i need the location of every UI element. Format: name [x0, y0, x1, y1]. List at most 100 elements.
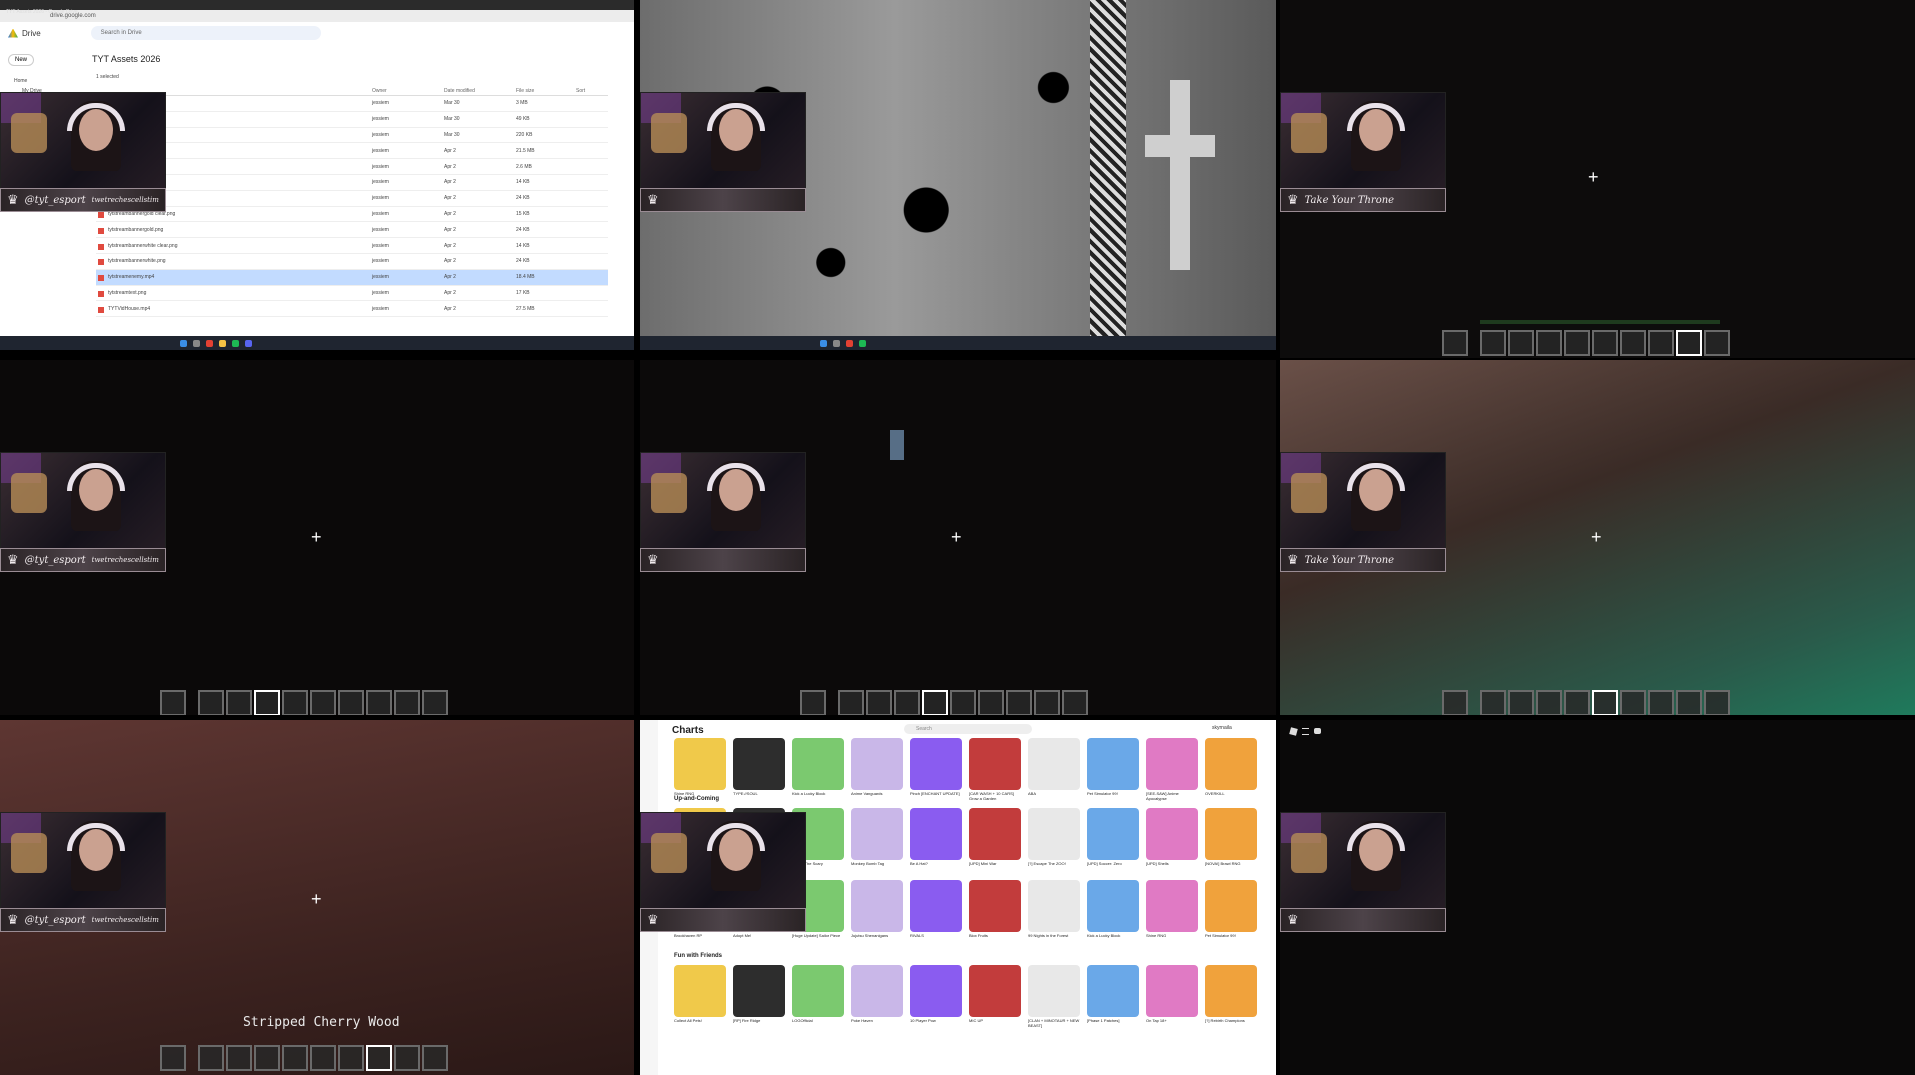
new-button[interactable]: New — [8, 54, 35, 66]
hotbar-slot[interactable] — [978, 690, 1004, 715]
hotbar-slot[interactable] — [1648, 330, 1674, 356]
explorer-icon[interactable] — [219, 339, 226, 347]
hotbar-slot[interactable] — [366, 690, 392, 715]
hotbar-slot[interactable] — [226, 690, 252, 715]
game-card[interactable]: [NOVA!] Brawl RNG — [1205, 808, 1257, 871]
hotbar-slot[interactable] — [282, 1045, 308, 1071]
hotbar-slot[interactable] — [1062, 690, 1088, 715]
game-thumbnail[interactable] — [674, 965, 726, 1017]
game-card[interactable]: Pet Simulator 99! — [1205, 880, 1257, 943]
hotbar-slot[interactable] — [282, 690, 308, 715]
hotbar-slot[interactable] — [338, 1045, 364, 1071]
roblox-icon[interactable] — [1289, 727, 1298, 736]
discord-icon[interactable] — [245, 339, 252, 347]
game-card[interactable]: ABA — [1028, 738, 1080, 801]
game-card[interactable]: TYPE://SOUL — [733, 738, 785, 801]
hotbar-slot[interactable] — [866, 690, 892, 715]
game-thumbnail[interactable] — [1087, 880, 1139, 932]
table-row[interactable]: tytstreambannerwhite clear.png jessiem Apr… — [96, 238, 608, 254]
offhand-slot[interactable] — [800, 690, 826, 715]
game-card[interactable]: MIC UP — [969, 965, 1021, 1028]
drive-logo[interactable]: Drive — [8, 28, 41, 38]
col-size[interactable]: File size — [516, 88, 576, 94]
game-card[interactable]: 99 Nights in the Forest — [1028, 880, 1080, 943]
game-card[interactable]: Shine RNG — [674, 738, 726, 801]
hotbar-slot[interactable] — [422, 690, 448, 715]
game-card[interactable]: [UPD] Mini War — [969, 808, 1021, 871]
game-thumbnail[interactable] — [969, 965, 1021, 1017]
hotbar-slot[interactable] — [838, 690, 864, 715]
table-row[interactable]: tytstreambannergold.png jessiem Apr 2 24 KB — [96, 222, 608, 239]
game-thumbnail[interactable] — [851, 965, 903, 1017]
table-row[interactable]: tytstreamenemy.mp4 jessiem Apr 2 18.4 MB — [96, 269, 608, 286]
game-thumbnail[interactable] — [1146, 808, 1198, 860]
search-icon[interactable] — [193, 339, 200, 347]
menu-icon[interactable] — [1302, 728, 1309, 735]
hotbar-slot[interactable] — [1508, 330, 1534, 356]
hotbar-slot[interactable] — [226, 1045, 252, 1071]
folder-title[interactable]: TYT Assets 2026 — [92, 54, 160, 64]
hotbar-slot[interactable] — [1480, 330, 1506, 356]
search-icon[interactable] — [833, 339, 840, 347]
game-thumbnail[interactable] — [1087, 808, 1139, 860]
game-card[interactable]: Shine RNG — [1146, 880, 1198, 943]
hotbar-slot[interactable] — [310, 1045, 336, 1071]
game-card[interactable]: Anime Vanguards — [851, 738, 903, 801]
offhand-slot[interactable] — [160, 690, 186, 715]
table-row[interactable]: tytstreambannerwhite.png jessiem Apr 2 24 K… — [96, 254, 608, 270]
game-thumbnail[interactable] — [969, 738, 1021, 790]
game-thumbnail[interactable] — [910, 965, 962, 1017]
game-thumbnail[interactable] — [733, 965, 785, 1017]
hotbar-slot[interactable] — [198, 1045, 224, 1071]
hotbar-slot[interactable] — [198, 690, 224, 715]
spotify-icon[interactable] — [859, 339, 866, 347]
game-thumbnail[interactable] — [910, 880, 962, 932]
col-modified[interactable]: Date modified — [444, 88, 516, 94]
game-card[interactable]: OVERKILL — [1205, 738, 1257, 801]
hotbar-slot[interactable] — [894, 690, 920, 715]
hotbar-slot-selected[interactable] — [1592, 690, 1618, 715]
game-card[interactable]: [?] Escape The ZOO! — [1028, 808, 1080, 871]
game-thumbnail[interactable] — [851, 880, 903, 932]
table-row[interactable]: TYTVidHouse.mp4 jessiem Apr 2 27.5 MB — [96, 301, 608, 318]
game-card[interactable]: Collect All Pets! — [674, 965, 726, 1028]
game-thumbnail[interactable] — [969, 880, 1021, 932]
game-card[interactable]: Kick a Lucky Block — [792, 738, 844, 801]
game-card[interactable]: LOGOfficial — [792, 965, 844, 1028]
game-thumbnail[interactable] — [792, 738, 844, 790]
game-card[interactable]: RIVALS — [910, 880, 962, 943]
table-row[interactable]: tytstreambannergold clear.png jessiem Apr … — [96, 207, 608, 223]
hotbar-slot[interactable] — [254, 1045, 280, 1071]
nav-home[interactable]: Home — [14, 78, 27, 84]
hotbar-slot[interactable] — [1536, 690, 1562, 715]
table-row[interactable]: jessiem Mar 30 49 KB — [96, 112, 608, 128]
hotbar-slot[interactable] — [1592, 330, 1618, 356]
game-card[interactable]: [UPD] Soccer: Zero — [1087, 808, 1139, 871]
game-thumbnail[interactable] — [851, 738, 903, 790]
hotbar-slot[interactable] — [310, 690, 336, 715]
game-thumbnail[interactable] — [1028, 808, 1080, 860]
browser-tabbar[interactable]: TYT Assets 2026 - Google Drive — [0, 0, 634, 15]
game-card[interactable]: [Phase 1 Patches] — [1087, 965, 1139, 1028]
hotbar-slot[interactable] — [1480, 690, 1506, 715]
hotbar-slot[interactable] — [1676, 690, 1702, 715]
start-icon[interactable] — [180, 339, 187, 347]
game-card[interactable]: Jujutsu Shenanigans — [851, 880, 903, 943]
chrome-icon[interactable] — [846, 339, 853, 347]
offhand-slot[interactable] — [160, 1045, 186, 1071]
section-up-and-coming[interactable]: Up-and-Coming — [674, 796, 719, 802]
table-row[interactable]: tytstreamtext.png jessiem Apr 2 17 KB — [96, 286, 608, 302]
game-card[interactable]: [CLAN + MINOTAUR + NEW BEAST] — [1028, 965, 1080, 1028]
hotbar-slot[interactable] — [394, 690, 420, 715]
game-thumbnail[interactable] — [969, 808, 1021, 860]
game-thumbnail[interactable] — [1146, 880, 1198, 932]
game-thumbnail[interactable] — [674, 738, 726, 790]
game-card[interactable]: Monkey Bomb Tag — [851, 808, 903, 871]
game-thumbnail[interactable] — [1205, 965, 1257, 1017]
game-thumbnail[interactable] — [1205, 880, 1257, 932]
search-input[interactable]: Search in Drive — [90, 26, 321, 40]
table-row[interactable]: jessiem Apr 2 21.5 MB — [96, 143, 608, 160]
game-card[interactable]: Pinch [ENCHANT UPDATE] — [910, 738, 962, 801]
table-row[interactable]: jessiem Mar 30 220 KB — [96, 128, 608, 144]
game-thumbnail[interactable] — [1087, 965, 1139, 1017]
